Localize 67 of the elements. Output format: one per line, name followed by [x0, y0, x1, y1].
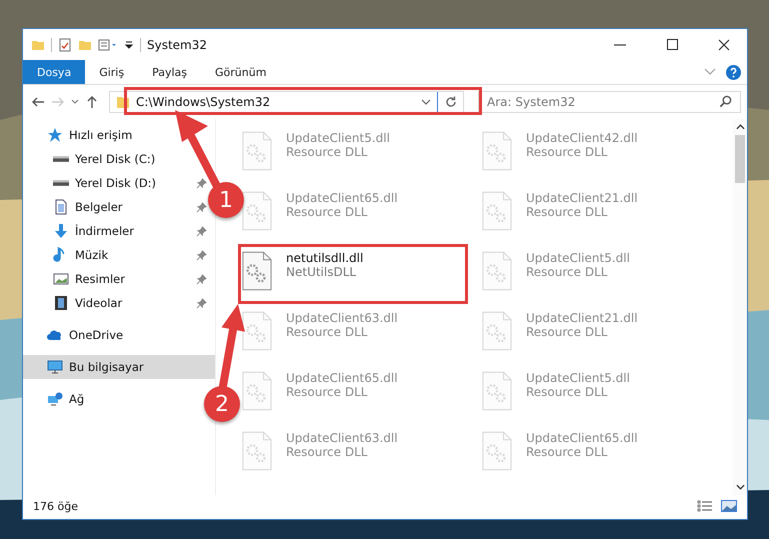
scroll-thumb[interactable] — [735, 135, 745, 183]
scrollbar[interactable] — [733, 119, 747, 495]
ribbon-tab[interactable]: Görünüm — [201, 60, 280, 84]
sidebar-item[interactable]: Hızlı erişim — [23, 123, 138, 147]
search-icon — [719, 95, 732, 108]
pin-icon[interactable] — [196, 226, 207, 236]
network-icon — [47, 391, 63, 407]
file-type: Resource DLL — [286, 445, 368, 459]
dll-file-icon[interactable] — [242, 251, 272, 291]
film-icon — [53, 295, 69, 311]
file-type: Resource DLL — [526, 385, 608, 399]
download-icon — [53, 223, 69, 239]
file-type: Resource DLL — [286, 205, 368, 219]
window-title: System32 — [147, 38, 208, 52]
sidebar-item[interactable]: Ağ — [23, 387, 90, 411]
close-icon — [718, 38, 730, 50]
pin-icon[interactable] — [196, 178, 207, 188]
details-view-icon[interactable] — [697, 500, 713, 512]
star-icon — [47, 127, 63, 143]
file-type: Resource DLL — [526, 205, 608, 219]
minimize-icon — [614, 44, 626, 46]
ribbon-tab[interactable]: Paylaş — [138, 60, 201, 84]
file-type: Resource DLL — [526, 265, 608, 279]
file-name[interactable]: netutilsdll.dll — [286, 251, 364, 265]
document-icon — [53, 199, 69, 215]
maximize-icon — [666, 39, 678, 50]
pin-icon[interactable] — [196, 274, 207, 284]
view-options-icon[interactable] — [98, 38, 118, 52]
file-type: Resource DLL — [286, 385, 368, 399]
scroll-up-icon[interactable] — [736, 124, 744, 130]
file-type: NetUtilsDLL — [286, 265, 358, 279]
sidebar-item[interactable]: Yerel Disk (C:) — [23, 147, 162, 171]
pin-icon[interactable] — [196, 298, 207, 308]
recent-locations-icon[interactable] — [71, 99, 79, 105]
item-count: 176 öğe — [33, 500, 78, 512]
computer-icon — [47, 359, 63, 375]
properties-icon[interactable] — [58, 38, 72, 52]
search-field[interactable]: Ara: System32 — [478, 91, 741, 113]
ribbon-tab[interactable]: Dosya — [23, 60, 86, 84]
help-icon[interactable] — [726, 64, 741, 80]
sidebar-item[interactable]: Yerel Disk (D:) — [23, 171, 162, 195]
scroll-down-icon[interactable] — [736, 484, 744, 490]
file-type: Resource DLL — [286, 325, 368, 339]
drive-icon — [53, 180, 69, 186]
sidebar-item[interactable]: İndirmeler — [23, 219, 140, 243]
large-icons-view-icon[interactable] — [721, 500, 737, 512]
expand-ribbon-icon[interactable] — [704, 68, 716, 76]
ribbon-tab[interactable]: Giriş — [85, 60, 138, 84]
image-icon — [53, 271, 69, 287]
sidebar-item[interactable]: Videolar — [23, 291, 128, 315]
file-type: Resource DLL — [526, 445, 608, 459]
drive-icon — [53, 156, 69, 162]
file-type: Resource DLL — [526, 325, 608, 339]
sidebar-item[interactable]: Belgeler — [23, 195, 129, 219]
pin-icon[interactable] — [196, 202, 207, 212]
refresh-icon[interactable] — [444, 95, 458, 109]
sidebar-item[interactable]: OneDrive — [23, 323, 130, 347]
sidebar-item[interactable]: Müzik — [23, 243, 114, 267]
dropdown-icon[interactable] — [421, 99, 431, 105]
up-icon[interactable] — [85, 95, 99, 109]
file-type: Resource DLL — [526, 145, 608, 159]
address-path: C:\Windows\System32 — [136, 95, 270, 109]
sidebar-item[interactable]: Resimler — [23, 267, 131, 291]
sidebar-item[interactable]: Bu bilgisayar — [23, 355, 215, 379]
file-type: Resource DLL — [286, 145, 368, 159]
back-icon[interactable] — [31, 95, 45, 109]
pin-icon[interactable] — [196, 250, 207, 260]
